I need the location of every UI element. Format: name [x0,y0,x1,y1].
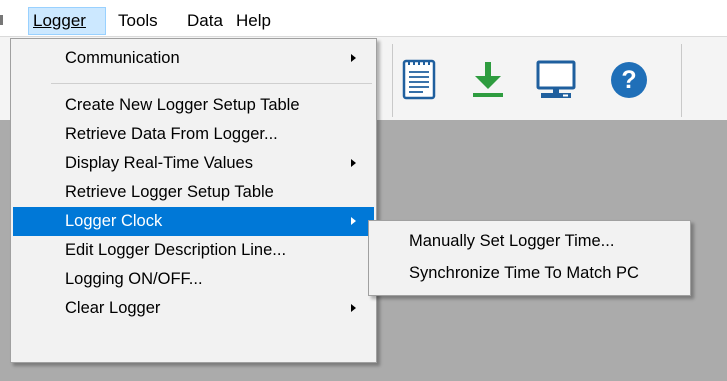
menu-bar-edge [0,15,3,25]
menu-data-label: Data [187,11,223,30]
menu-item-logger-clock[interactable]: Logger Clock [13,207,374,236]
menu-item-clear-logger[interactable]: Clear Logger [13,294,374,323]
menu-item-label: Manually Set Logger Time... [409,232,615,250]
menu-item-retrieve-setup-table[interactable]: Retrieve Logger Setup Table [13,178,374,207]
menu-item-label: Retrieve Logger Setup Table [65,183,274,201]
menu-item-logging-on-off[interactable]: Logging ON/OFF... [13,265,374,294]
menu-item-label: Edit Logger Description Line... [65,241,287,259]
menu-help[interactable]: Help [233,9,274,33]
menu-bar: Logger Tools Data Help [0,0,727,36]
toolbar-divider [392,44,393,117]
menu-data[interactable]: Data [184,9,226,33]
menu-item-display-real-time[interactable]: Display Real-Time Values [13,149,374,178]
computer-icon[interactable] [533,56,579,102]
chevron-right-icon [351,217,356,225]
app-window: Logger Tools Data Help ? Communication C… [0,0,727,381]
menu-tools-label: Tools [118,11,158,30]
menu-item-label: Create New Logger Setup Table [65,96,300,114]
menu-help-label: Help [236,11,271,30]
svg-text:?: ? [621,66,636,94]
menu-item-label: Clear Logger [65,299,161,317]
menu-item-label: Logger Clock [65,212,163,230]
menu-tools[interactable]: Tools [115,9,161,33]
menu-item-create-setup-table[interactable]: Create New Logger Setup Table [13,91,374,120]
menu-logger-label: Logger [33,11,86,30]
menu-separator [51,83,372,84]
menu-item-label: Retrieve Data From Logger... [65,125,278,143]
menu-item-label: Logging ON/OFF... [65,270,203,288]
download-icon[interactable] [465,56,511,102]
logger-clock-submenu: Manually Set Logger Time... Synchronize … [368,220,691,296]
chevron-right-icon [351,304,356,312]
menu-item-synchronize-time[interactable]: Synchronize Time To Match PC [371,258,688,288]
menu-item-label: Display Real-Time Values [65,154,253,172]
notepad-icon[interactable] [396,56,442,102]
menu-item-label: Communication [65,49,180,67]
chevron-right-icon [351,159,356,167]
menu-item-communication[interactable]: Communication [13,44,374,73]
menu-item-edit-description[interactable]: Edit Logger Description Line... [13,236,374,265]
menu-logger[interactable]: Logger [28,7,106,35]
help-icon[interactable]: ? [606,56,652,102]
menu-item-manually-set-time[interactable]: Manually Set Logger Time... [371,226,688,256]
logger-menu: Communication Create New Logger Setup Ta… [10,38,377,363]
toolbar-divider [681,44,682,117]
menu-item-label: Synchronize Time To Match PC [409,264,639,282]
menu-item-retrieve-data[interactable]: Retrieve Data From Logger... [13,120,374,149]
chevron-right-icon [351,54,356,62]
